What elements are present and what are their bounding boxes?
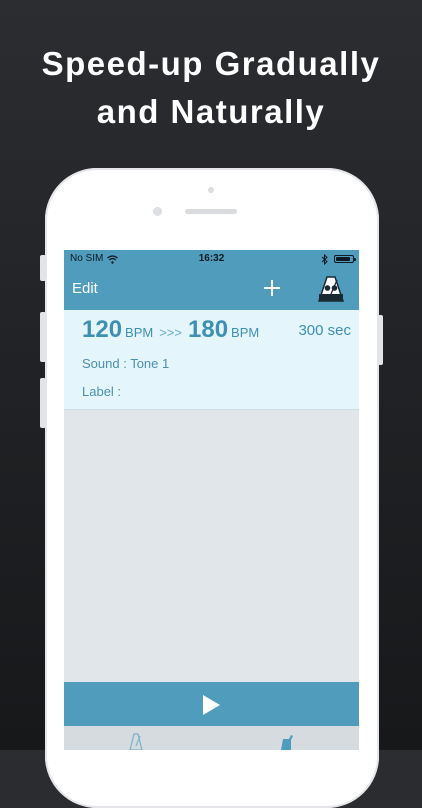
- play-icon: [203, 695, 220, 715]
- end-bpm: 180: [188, 316, 229, 343]
- metronome-tab-icon[interactable]: [126, 732, 146, 750]
- speed-trainer-tab-icon[interactable]: [276, 732, 296, 750]
- start-bpm-unit: BPM: [125, 325, 154, 340]
- duration-label: 300 sec: [298, 322, 351, 339]
- headline-line-1: Speed-up Gradually: [41, 45, 381, 82]
- phone-speaker: [185, 209, 237, 214]
- navigation-bar: Edit: [64, 268, 359, 310]
- sound-label: Sound : Tone 1: [82, 356, 170, 371]
- play-button[interactable]: [64, 682, 359, 726]
- tempo-range: 120 BPM >>> 180 BPM: [82, 316, 259, 344]
- phone-mute-switch: [40, 255, 46, 281]
- headline: Speed-up Gradually and Naturally: [0, 40, 422, 136]
- app-screen: No SIM 16:32 Edit 120 BPM >>> 180 BPM 30…: [64, 250, 359, 750]
- phone-sensor: [208, 187, 214, 193]
- phone-volume-down: [40, 378, 46, 428]
- status-right: [321, 250, 356, 268]
- metronome-icon[interactable]: [316, 274, 346, 304]
- tab-bar: [64, 726, 359, 750]
- headline-line-2: and Naturally: [96, 93, 326, 130]
- preset-row[interactable]: 120 BPM >>> 180 BPM 300 sec Sound : Tone 1 L…: [64, 310, 359, 410]
- tempo-arrow: >>>: [159, 325, 182, 340]
- preset-label: Label :: [82, 384, 122, 399]
- phone-power-button: [377, 315, 383, 365]
- plus-icon[interactable]: [260, 274, 284, 302]
- battery-icon: [334, 255, 356, 263]
- start-bpm: 120: [82, 316, 123, 343]
- phone-camera: [153, 207, 162, 216]
- end-bpm-unit: BPM: [231, 325, 260, 340]
- status-time: 16:32: [198, 253, 225, 264]
- bluetooth-icon: [321, 253, 328, 265]
- phone-volume-up: [40, 312, 46, 362]
- status-bar: No SIM 16:32: [64, 250, 359, 268]
- edit-button[interactable]: Edit: [72, 280, 98, 297]
